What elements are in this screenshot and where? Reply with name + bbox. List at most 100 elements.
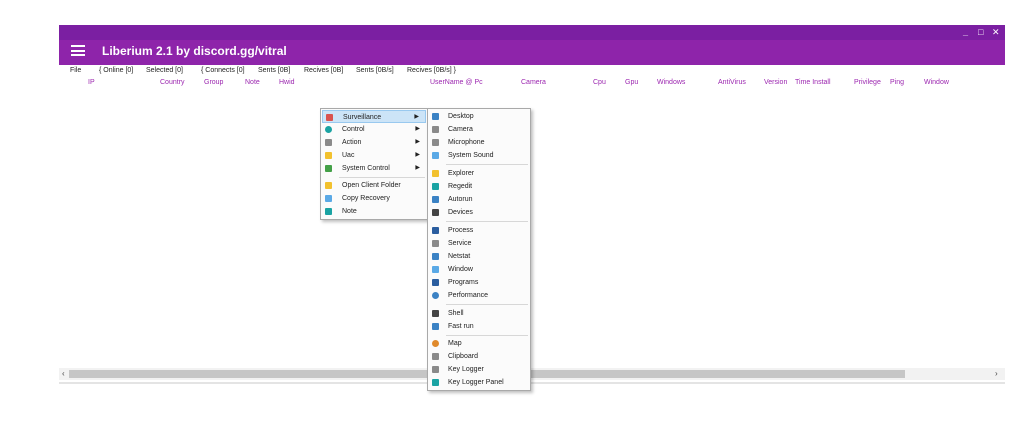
column-username-pc[interactable]: UserName @ Pc xyxy=(430,79,483,86)
scroll-left-arrow-icon[interactable]: ‹ xyxy=(62,369,65,378)
submenu-item-process[interactable]: Process xyxy=(429,224,529,237)
map-icon xyxy=(432,340,439,347)
recives-total: Recives [0B] xyxy=(304,67,344,74)
menu-separator xyxy=(446,304,528,305)
submenu-item-netstat[interactable]: Netstat xyxy=(429,250,529,263)
submenu-arrow-icon: ▶ xyxy=(415,165,420,171)
submenu-item-clipboard[interactable]: Clipboard xyxy=(429,350,529,363)
action-icon xyxy=(325,139,332,146)
programs-icon xyxy=(432,279,439,286)
system-control-icon xyxy=(325,165,332,172)
devices-icon xyxy=(432,209,439,216)
submenu-arrow-icon: ▶ xyxy=(415,126,420,132)
hamburger-menu-icon[interactable] xyxy=(71,45,85,56)
online-count: { Online [0] xyxy=(99,67,134,74)
autorun-icon xyxy=(432,196,439,203)
clipboard-icon xyxy=(432,353,439,360)
column-note[interactable]: Note xyxy=(245,79,260,86)
speaker-icon xyxy=(432,152,439,159)
performance-icon xyxy=(432,292,439,299)
submenu-item-autorun[interactable]: Autorun xyxy=(429,193,529,206)
menu-item-copy-recovery[interactable]: Copy Recovery xyxy=(322,192,426,205)
submenu-item-service[interactable]: Service xyxy=(429,237,529,250)
submenu-item-regedit[interactable]: Regedit xyxy=(429,180,529,193)
column-version[interactable]: Version xyxy=(764,79,787,86)
keylogger-panel-icon xyxy=(432,379,439,386)
column-hwid[interactable]: Hwid xyxy=(279,79,295,86)
column-gpu[interactable]: Gpu xyxy=(625,79,638,86)
camera-icon xyxy=(432,126,439,133)
column-ping[interactable]: Ping xyxy=(890,79,904,86)
menu-item-uac[interactable]: Uac ▶ xyxy=(322,149,426,162)
maximize-button[interactable]: □ xyxy=(978,27,983,37)
service-icon xyxy=(432,240,439,247)
column-windows[interactable]: Windows xyxy=(657,79,685,86)
column-group[interactable]: Group xyxy=(204,79,223,86)
app-title: Liberium 2.1 by discord.gg/vitral xyxy=(102,44,287,58)
column-window[interactable]: Window xyxy=(924,79,949,86)
submenu-item-camera[interactable]: Camera xyxy=(429,123,529,136)
menu-item-system-control[interactable]: System Control ▶ xyxy=(322,162,426,175)
submenu-item-fast-run[interactable]: Fast run xyxy=(429,320,529,333)
minimize-button[interactable]: _ xyxy=(963,27,968,37)
desktop-icon xyxy=(432,113,439,120)
column-time-install[interactable]: Time Install xyxy=(795,79,831,86)
submenu-item-key-logger[interactable]: Key Logger xyxy=(429,363,529,376)
connects-count: { Connects [0] xyxy=(201,67,245,74)
folder-icon xyxy=(325,182,332,189)
submenu-item-desktop[interactable]: Desktop xyxy=(429,110,529,123)
column-privilege[interactable]: Privilege xyxy=(854,79,881,86)
submenu-item-devices[interactable]: Devices xyxy=(429,206,529,219)
control-icon xyxy=(325,126,332,133)
app-window: Liberium 2.1 by discord.gg/vitral _ □ ✕ … xyxy=(59,25,1005,385)
menu-item-surveillance[interactable]: Surveillance ▶ xyxy=(322,110,426,123)
keyboard-icon xyxy=(432,366,439,373)
menu-item-note[interactable]: Note xyxy=(322,205,426,218)
menu-separator xyxy=(446,335,528,336)
column-camera[interactable]: Camera xyxy=(521,79,546,86)
title-bar: Liberium 2.1 by discord.gg/vitral _ □ ✕ xyxy=(59,25,1005,65)
submenu-item-programs[interactable]: Programs xyxy=(429,276,529,289)
netstat-icon xyxy=(432,253,439,260)
submenu-item-key-logger-panel[interactable]: Key Logger Panel xyxy=(429,376,529,389)
menu-separator xyxy=(446,164,528,165)
submenu-item-window[interactable]: Window xyxy=(429,263,529,276)
scroll-right-arrow-icon[interactable]: › xyxy=(995,369,998,378)
column-cpu[interactable]: Cpu xyxy=(593,79,606,86)
window-icon xyxy=(432,266,439,273)
submenu-arrow-icon: ▶ xyxy=(415,152,420,158)
horizontal-scrollbar[interactable]: ‹ › xyxy=(59,368,1005,380)
shell-icon xyxy=(432,310,439,317)
client-list-header: IP Country Group Note Hwid UserName @ Pc… xyxy=(59,77,1005,89)
sents-rate: Sents [0B/s] xyxy=(356,67,394,74)
uac-shield-icon xyxy=(325,152,332,159)
title-strip xyxy=(59,25,1005,40)
column-country[interactable]: Country xyxy=(160,79,185,86)
menu-item-open-client-folder[interactable]: Open Client Folder xyxy=(322,179,426,192)
menu-separator xyxy=(339,177,425,178)
submenu-arrow-icon: ▶ xyxy=(415,139,420,145)
submenu-item-system-sound[interactable]: System Sound xyxy=(429,149,529,162)
surveillance-submenu: Desktop Camera Microphone System Sound E… xyxy=(427,108,531,391)
menu-item-action[interactable]: Action ▶ xyxy=(322,136,426,149)
submenu-item-shell[interactable]: Shell xyxy=(429,307,529,320)
sents-total: Sents [0B] xyxy=(258,67,291,74)
process-icon xyxy=(432,227,439,234)
column-antivirus[interactable]: AntiVirus xyxy=(718,79,746,86)
menu-separator xyxy=(446,221,528,222)
selected-count: Selected [0] xyxy=(146,67,183,74)
submenu-item-explorer[interactable]: Explorer xyxy=(429,167,529,180)
menu-item-control[interactable]: Control ▶ xyxy=(322,123,426,136)
fast-run-icon xyxy=(432,323,439,330)
context-menu: Surveillance ▶ Control ▶ Action ▶ Uac ▶ … xyxy=(320,108,428,220)
close-button[interactable]: ✕ xyxy=(992,27,1000,37)
surveillance-icon xyxy=(326,114,333,121)
note-icon xyxy=(325,208,332,215)
file-menu[interactable]: File xyxy=(70,67,81,74)
submenu-item-microphone[interactable]: Microphone xyxy=(429,136,529,149)
submenu-item-performance[interactable]: Performance xyxy=(429,289,529,302)
column-ip[interactable]: IP xyxy=(88,79,95,86)
regedit-icon xyxy=(432,183,439,190)
submenu-item-map[interactable]: Map xyxy=(429,337,529,350)
document-icon xyxy=(325,195,332,202)
